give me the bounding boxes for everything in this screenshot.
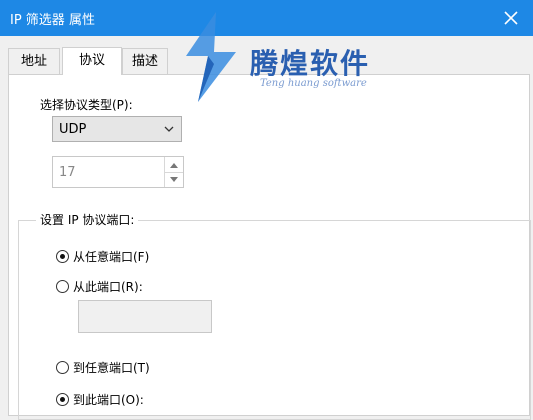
from-port-input[interactable] xyxy=(78,300,212,333)
protocol-number-value: 17 xyxy=(59,165,76,180)
radio-button[interactable] xyxy=(56,250,69,263)
tab-protocol[interactable]: 协议 xyxy=(62,47,122,75)
port-group-label: 设置 IP 协议端口: xyxy=(36,211,139,228)
protocol-type-select[interactable]: UDP xyxy=(52,116,182,142)
radio-label: 从任意端口(F) xyxy=(73,250,150,264)
stepper-up-button[interactable] xyxy=(165,157,183,173)
protocol-type-value: UDP xyxy=(59,122,87,137)
tab-description[interactable]: 描述 xyxy=(122,48,168,75)
caret-up-icon xyxy=(170,162,178,168)
tab-address[interactable]: 地址 xyxy=(8,48,60,75)
radio-label: 到任意端口(T) xyxy=(73,361,150,375)
tab-bar: 地址 协议 描述 xyxy=(0,47,533,75)
stepper-buttons xyxy=(164,157,183,187)
radio-to-any-port[interactable]: 到任意端口(T) xyxy=(56,359,150,376)
protocol-type-label: 选择协议类型(P): xyxy=(40,98,133,112)
chevron-down-icon xyxy=(164,126,174,132)
radio-button[interactable] xyxy=(56,361,69,374)
radio-from-this-port[interactable]: 从此端口(R): xyxy=(56,278,143,295)
protocol-number-stepper[interactable]: 17 xyxy=(52,156,184,188)
title-bar: IP 筛选器 属性 xyxy=(0,0,533,36)
close-button[interactable] xyxy=(489,0,533,36)
radio-label: 从此端口(R): xyxy=(73,280,143,294)
window-title: IP 筛选器 属性 xyxy=(10,13,95,28)
stepper-down-button[interactable] xyxy=(165,172,183,187)
caret-down-icon xyxy=(170,176,178,182)
close-icon xyxy=(504,11,518,25)
radio-from-any-port[interactable]: 从任意端口(F) xyxy=(56,248,149,265)
radio-button[interactable] xyxy=(56,280,69,293)
radio-selected-dot xyxy=(60,254,65,259)
